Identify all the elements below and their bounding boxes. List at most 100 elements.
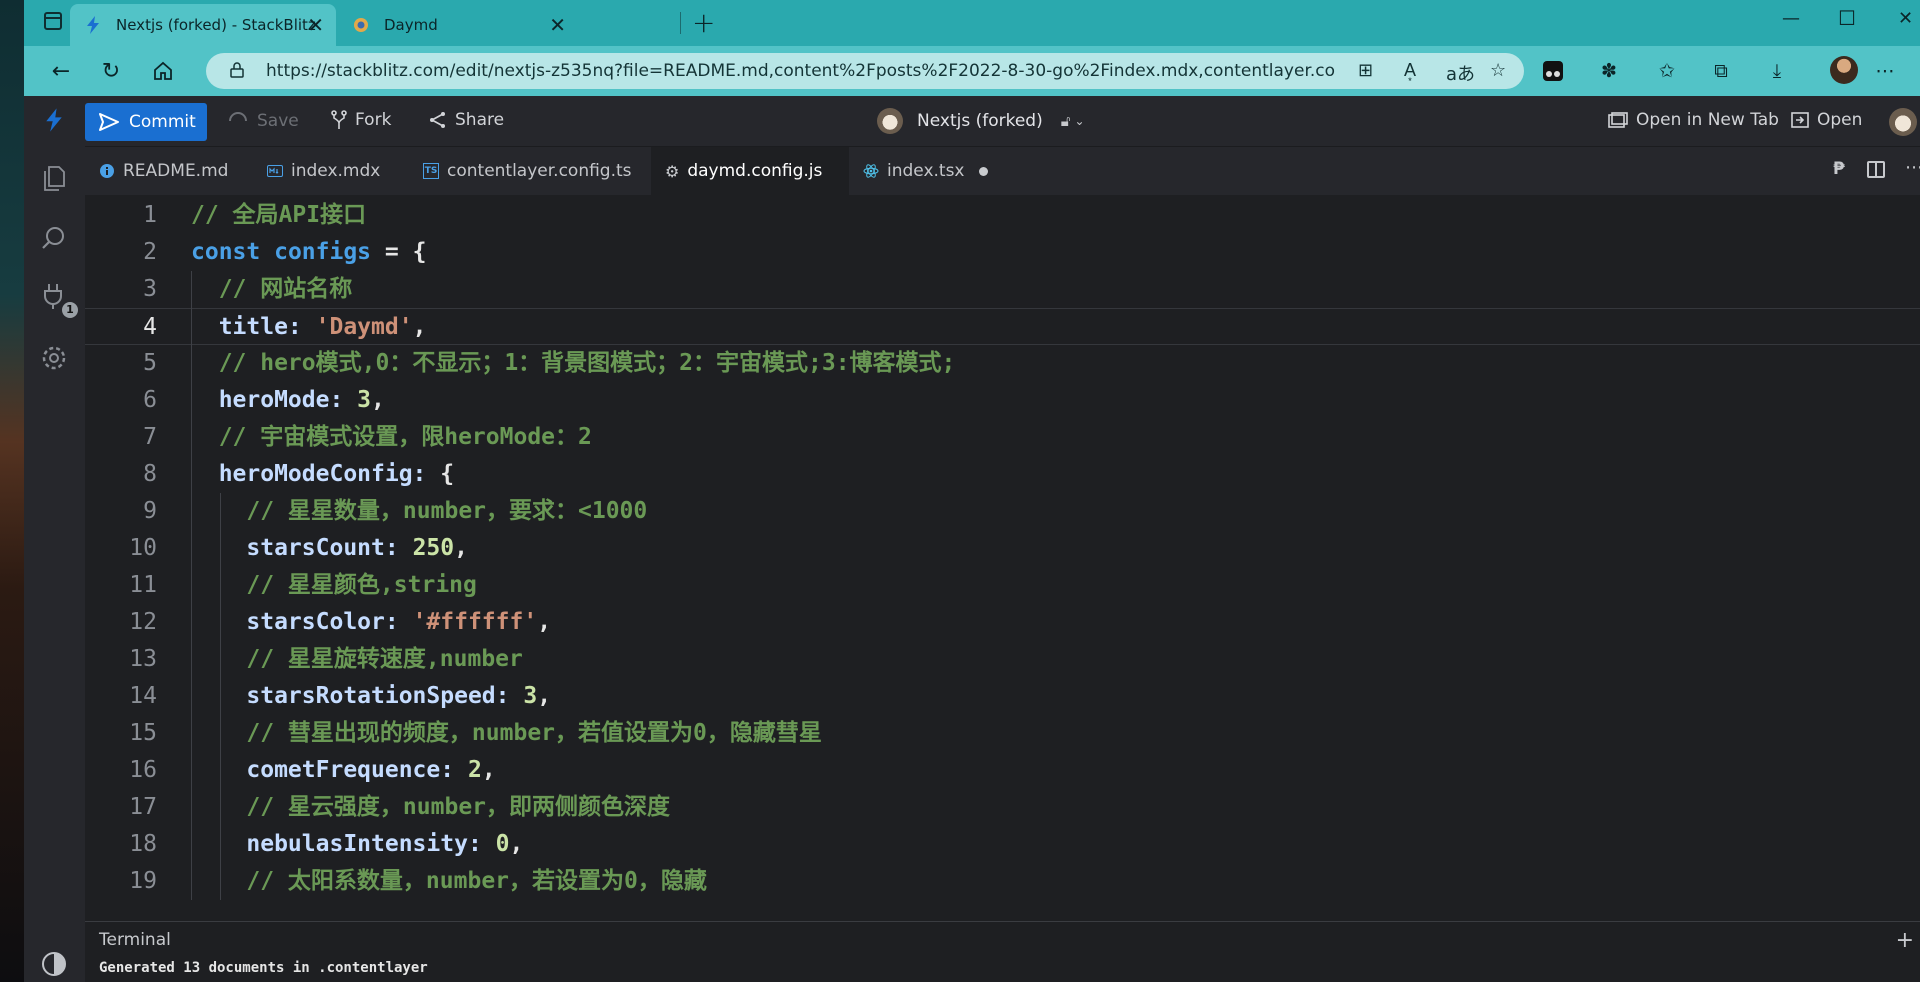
indent-guide — [220, 493, 221, 900]
download-icon[interactable]: ⤓ — [1764, 58, 1790, 84]
refresh-icon[interactable]: ↻ — [96, 56, 126, 86]
code-line[interactable]: 1 // 全局API接口 — [85, 197, 1920, 234]
add-terminal-icon[interactable]: + — [1896, 928, 1914, 953]
code-token: = — [371, 239, 413, 265]
back-icon[interactable]: ← — [46, 56, 76, 86]
code-line[interactable]: 14 starsRotationSpeed: 3, — [85, 678, 1920, 715]
project-title[interactable]: Nextjs (forked) 🔓︎ ⌄ — [877, 108, 1085, 134]
terminal-panel: Terminal + Generated 13 documents in .co… — [85, 921, 1920, 982]
code-line[interactable]: 18 nebulasIntensity: 0, — [85, 826, 1920, 863]
terminal-title[interactable]: Terminal — [99, 930, 171, 950]
maximize-icon[interactable]: ☐ — [1838, 6, 1856, 30]
code-line[interactable]: 15 // 彗星出现的频度，number，若值设置为0，隐藏彗星 — [85, 715, 1920, 752]
address-bar[interactable]: https://stackblitz.com/edit/nextjs-z535n… — [206, 53, 1524, 89]
code-line[interactable]: 10 starsCount: 250, — [85, 530, 1920, 567]
more-actions-icon[interactable]: ⋯ — [1905, 157, 1920, 178]
bolt-icon — [84, 16, 102, 34]
profile-avatar[interactable] — [1830, 56, 1858, 84]
code-line[interactable]: 19 // 太阳系数量，number，若设置为0，隐藏 — [85, 863, 1920, 900]
preview-markdown-icon[interactable]: ₱ — [1833, 159, 1845, 179]
code-token: starsRotationSpeed: — [191, 683, 524, 709]
code-line[interactable]: 3 // 网站名称 — [85, 271, 1920, 308]
share-button[interactable]: Share — [429, 110, 504, 130]
files-icon[interactable] — [38, 162, 70, 194]
favorite-add-icon[interactable]: ☆ — [1490, 60, 1506, 81]
code-text: nebulasIntensity: 0, — [191, 826, 523, 863]
open-button[interactable]: Open — [1791, 110, 1862, 130]
code-text: const configs = { — [191, 234, 426, 271]
new-tab-icon[interactable]: + — [692, 6, 715, 39]
code-line[interactable]: 2 const configs = { — [85, 234, 1920, 271]
open-icon — [1791, 112, 1809, 128]
browser-tab-daymd[interactable]: Daymd ✕ — [338, 4, 578, 46]
share-icon — [430, 112, 445, 128]
stackblitz-logo-icon[interactable] — [38, 104, 70, 136]
tab-actions-icon[interactable] — [44, 12, 62, 30]
code-line[interactable]: 5 // hero模式,0：不显示；1：背景图模式；2：宇宙模式;3:博客模式; — [85, 345, 1920, 382]
code-token: // 星星颜色,string — [191, 572, 477, 598]
search-icon[interactable] — [38, 222, 70, 254]
project-avatar — [877, 108, 903, 134]
code-line[interactable]: 6 heroMode: 3, — [85, 382, 1920, 419]
code-editor[interactable]: 1// 全局API接口 2 const configs = {3 // 网站名称 4 … — [85, 195, 1920, 921]
code-token: , — [537, 609, 552, 635]
commit-button[interactable]: Commit — [85, 103, 207, 141]
save-button[interactable]: Save — [227, 110, 299, 132]
code-line[interactable]: 9 // 星星数量，number，要求：<1000 — [85, 493, 1920, 530]
minimize-icon[interactable]: — — [1782, 8, 1800, 29]
close-window-icon[interactable]: ✕ — [1898, 8, 1913, 29]
extension-tampermonkey-icon[interactable] — [1540, 58, 1566, 84]
home-icon[interactable] — [148, 56, 178, 86]
browser-tab-title: Daymd — [384, 16, 438, 34]
theme-toggle-icon[interactable] — [38, 948, 70, 980]
translate-icon[interactable]: aあ — [1446, 60, 1475, 86]
lock-icon — [230, 62, 244, 78]
read-aloud-icon[interactable]: A͙ — [1404, 60, 1416, 81]
user-avatar[interactable] — [1889, 108, 1917, 136]
code-token: 250 — [412, 535, 455, 561]
open-in-new-tab-button[interactable]: Open in New Tab — [1608, 110, 1779, 130]
code-line[interactable]: 8 heroModeConfig: { — [85, 456, 1920, 493]
fork-button[interactable]: Fork — [331, 110, 391, 130]
line-number: 12 — [129, 609, 157, 635]
close-icon[interactable]: ✕ — [307, 13, 324, 37]
line-number: 10 — [129, 535, 157, 561]
file-tab-daymd-config[interactable]: ⚙ daymd.config.js — [651, 147, 849, 195]
code-token: , — [509, 831, 524, 857]
extensions-icon[interactable]: ✽ — [1596, 58, 1622, 84]
browser-tab-stackblitz[interactable]: Nextjs (forked) - StackBlitz ✕ — [70, 4, 336, 46]
code-line[interactable]: 4 title: 'Daymd', — [85, 308, 1920, 345]
code-text: // 星星数量，number，要求：<1000 — [191, 493, 647, 530]
code-line[interactable]: 17 // 星云强度，number，即两侧颜色深度 — [85, 789, 1920, 826]
code-text: // 宇宙模式设置，限heroMode：2 — [191, 419, 592, 456]
code-text: starsRotationSpeed: 3, — [191, 678, 551, 715]
code-text: title: 'Daymd', — [191, 309, 427, 346]
code-token: { — [412, 239, 427, 265]
settings-gear-icon[interactable] — [38, 342, 70, 374]
plugin-badge: 1 — [62, 302, 78, 318]
file-tab-contentlayer-config[interactable]: TS contentlayer.config.ts — [409, 147, 646, 195]
code-line[interactable]: 16 cometFrequence: 2, — [85, 752, 1920, 789]
file-tab-index-mdx[interactable]: index.mdx — [253, 147, 394, 195]
more-menu-icon[interactable]: ⋯ — [1872, 58, 1898, 84]
split-editor-icon[interactable] — [1867, 161, 1885, 178]
file-tab-readme[interactable]: README.md — [85, 147, 242, 195]
code-token: // 太阳系数量，number，若设置为0，隐藏 — [191, 868, 707, 894]
collections-icon[interactable]: ⧉ — [1708, 58, 1734, 84]
code-token: 3 — [523, 683, 538, 709]
close-icon[interactable]: ✕ — [549, 13, 566, 37]
url-text: https://stackblitz.com/edit/nextjs-z535n… — [266, 61, 1336, 81]
app-available-icon[interactable]: ⊞ — [1358, 60, 1373, 81]
code-token: // 宇宙模式设置，限heroMode：2 — [191, 424, 592, 450]
favorites-icon[interactable]: ✩ — [1654, 58, 1680, 84]
code-line[interactable]: 7 // 宇宙模式设置，限heroMode：2 — [85, 419, 1920, 456]
code-token: 3 — [357, 387, 372, 413]
file-tab-index-tsx[interactable]: index.tsx — [849, 147, 1002, 195]
code-token: , — [481, 757, 496, 783]
code-line[interactable]: 11 // 星星颜色,string — [85, 567, 1920, 604]
code-text: // 星星旋转速度,number — [191, 641, 523, 678]
code-text: // hero模式,0：不显示；1：背景图模式；2：宇宙模式;3:博客模式; — [191, 345, 956, 382]
code-token: 0 — [495, 831, 510, 857]
code-line[interactable]: 13 // 星星旋转速度,number — [85, 641, 1920, 678]
code-line[interactable]: 12 starsColor: '#ffffff', — [85, 604, 1920, 641]
